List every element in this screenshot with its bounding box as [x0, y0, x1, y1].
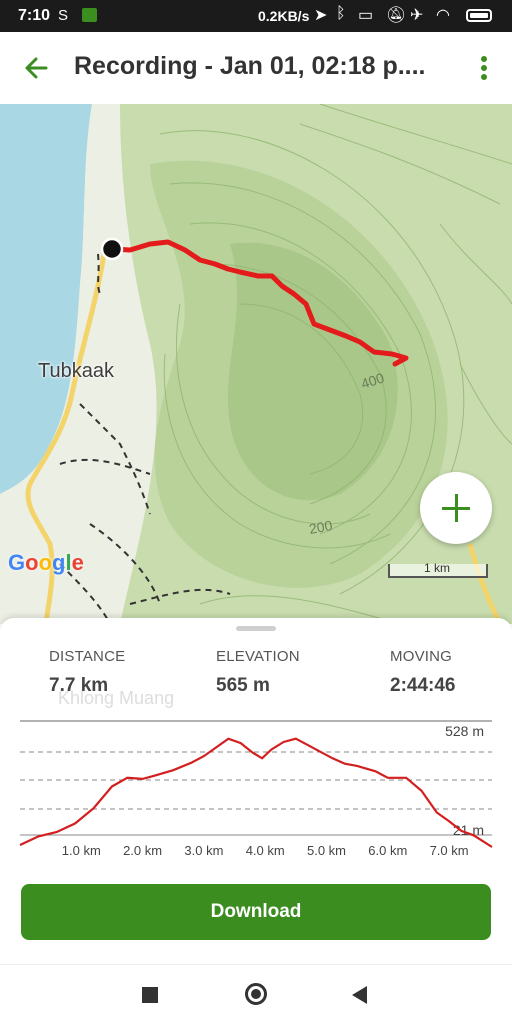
airplane-icon: ✈: [410, 7, 424, 24]
drag-handle[interactable]: [236, 626, 276, 631]
x-tick-label: 5.0 km: [307, 843, 346, 858]
map-view[interactable]: 400 200 Tubkaak Google 1 km: [0, 104, 512, 624]
place-label: Tubkaak: [38, 360, 114, 382]
elevation-series-line: [19, 737, 493, 848]
map-scale-label: 1 km: [424, 561, 451, 575]
x-tick-label: 2.0 km: [123, 843, 162, 858]
location-icon: ➤: [314, 7, 328, 24]
y-min-label: 21 m: [453, 822, 484, 838]
system-nav-bar: [0, 964, 512, 1025]
start-marker: [100, 237, 124, 261]
network-speed: 0.2KB/s: [258, 8, 310, 24]
wifi-icon: ◠: [436, 7, 450, 24]
y-max-label: 528 m: [445, 723, 484, 739]
more-vert-icon: [481, 56, 487, 62]
system-back-button[interactable]: [352, 986, 367, 1004]
more-options-button[interactable]: [472, 52, 496, 84]
vibrate-icon: ▭: [358, 7, 374, 24]
more-vert-dot: [481, 74, 487, 80]
recents-button[interactable]: [142, 987, 158, 1003]
x-tick-label: 4.0 km: [246, 843, 285, 858]
x-tick-label: 3.0 km: [184, 843, 223, 858]
x-tick-labels: 1.0 km 2.0 km 3.0 km 4.0 km 5.0 km 6.0 km 7.0 …: [62, 843, 469, 858]
google-logo: Google: [8, 550, 84, 575]
stat-elevation: ELEVATION 565 m: [216, 648, 300, 697]
moving-value: 2:44:46: [390, 675, 456, 696]
distance-label: DISTANCE: [49, 648, 126, 665]
more-vert-dot: [481, 65, 487, 71]
status-time: 7:10: [18, 7, 51, 24]
distance-value: 7.7 km: [49, 675, 109, 696]
zoom-in-button[interactable]: [420, 472, 492, 544]
elevation-chart[interactable]: 528 m 21 m 1.0 km 2.0 km 3.0 km 4.0 km 5.0 k…: [0, 714, 512, 874]
status-bar: 7:10 S 0.2KB/s ➤ ᛒ ▭ 🔕︎ ✈ ◠: [0, 0, 512, 32]
battery-icon: [466, 9, 492, 22]
back-arrow-icon: [25, 57, 48, 79]
elevation-value: 565 m: [216, 675, 270, 696]
x-tick-label: 7.0 km: [430, 843, 469, 858]
x-tick-label: 1.0 km: [62, 843, 101, 858]
x-tick-label: 6.0 km: [368, 843, 407, 858]
bottom-sheet: Khlong Muang DISTANCE 7.7 km ELEVATION 5…: [0, 618, 512, 964]
home-button[interactable]: [245, 983, 267, 1005]
stat-distance: DISTANCE 7.7 km: [49, 648, 125, 697]
app-bar: Recording - Jan 01, 02:18 p....: [0, 32, 512, 105]
download-button[interactable]: Download: [21, 884, 491, 940]
page-title: Recording - Jan 01, 02:18 p....: [74, 52, 426, 80]
s-app-icon: S: [58, 7, 69, 24]
alltrails-app-icon: [82, 8, 97, 22]
back-button[interactable]: [16, 48, 56, 88]
stat-moving: MOVING 2:44:46: [390, 648, 456, 697]
elevation-label: ELEVATION: [216, 648, 300, 665]
moving-label: MOVING: [390, 648, 453, 665]
mute-bell-icon: 🔕︎: [386, 7, 407, 24]
bluetooth-icon: ᛒ: [336, 5, 346, 22]
